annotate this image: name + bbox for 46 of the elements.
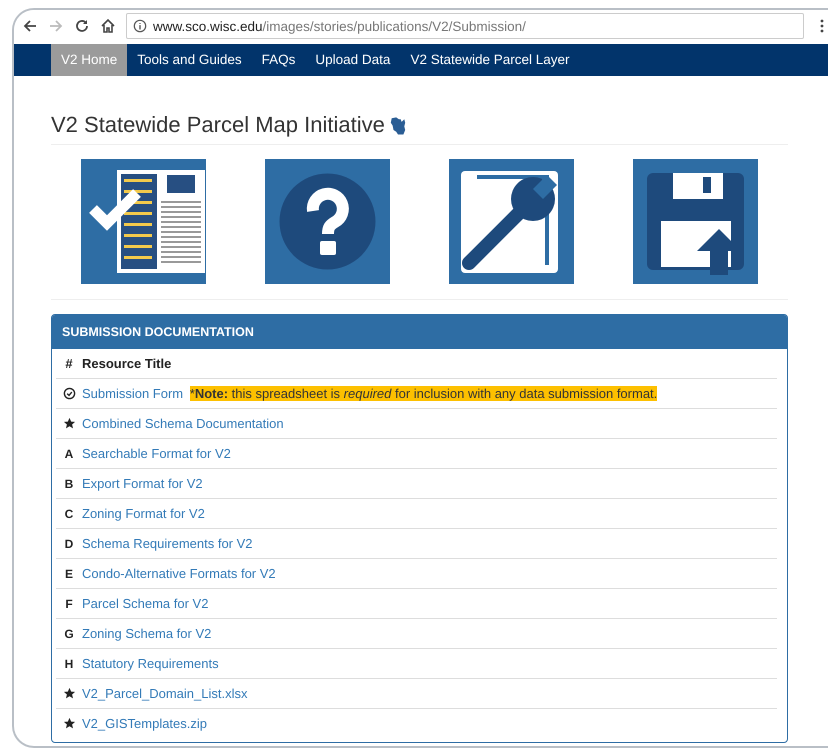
resource-link[interactable]: V2_GISTemplates.zip	[82, 716, 208, 731]
resource-link[interactable]: Submission Form	[82, 386, 184, 401]
resource-link[interactable]: Combined Schema Documentation	[82, 416, 284, 431]
resource-link[interactable]: Export Format for V2	[82, 476, 203, 491]
home-icon[interactable]	[100, 18, 116, 34]
star-icon	[62, 417, 76, 430]
info-icon[interactable]	[133, 19, 147, 33]
star-icon	[62, 717, 76, 730]
row-letter: C	[64, 506, 74, 520]
resource-link[interactable]: Zoning Format for V2	[82, 506, 205, 521]
question-tile[interactable]	[264, 159, 390, 284]
nav-link[interactable]: FAQs	[252, 44, 306, 76]
row-letter: D	[64, 536, 74, 550]
url-text: www.sco.wisc.edu/images/stories/publications/V2/Submission/	[153, 18, 526, 34]
column-header: Resource Title	[82, 356, 172, 371]
row-letter: E	[64, 566, 73, 580]
checklist-tile[interactable]	[80, 159, 206, 284]
row-letter: A	[64, 446, 74, 460]
resource-link[interactable]: Searchable Format for V2	[82, 446, 231, 461]
check-circle-icon	[62, 387, 76, 400]
resource-link[interactable]: V2_Parcel_Domain_List.xlsx	[82, 686, 248, 701]
resource-link[interactable]: Zoning Schema for V2	[82, 626, 212, 641]
resource-link[interactable]: Condo-Alternative Formats for V2	[82, 566, 276, 581]
note-text: *Note: this spreadsheet is required for inclusion with any data submission format.	[190, 386, 658, 401]
nav-link[interactable]: Upload Data	[305, 44, 400, 76]
address-bar[interactable]: www.sco.wisc.edu/images/stories/publications/V2/Submission/	[126, 13, 804, 39]
floppy-upload-tile[interactable]	[633, 159, 758, 284]
reload-icon[interactable]	[74, 18, 90, 34]
nav-link[interactable]: V2 Home	[51, 44, 128, 76]
panel-title: SUBMISSION DOCUMENTATION	[62, 325, 254, 339]
row-letter: H	[64, 656, 74, 670]
resource-link[interactable]: Statutory Requirements	[82, 656, 219, 671]
page-title: V2 Statewide Parcel Map Initiative	[51, 112, 385, 138]
state-map-icon	[388, 114, 407, 136]
resource-link[interactable]: Schema Requirements for V2	[82, 536, 253, 551]
star-icon	[62, 687, 76, 700]
resource-link[interactable]: Parcel Schema for V2	[82, 596, 208, 611]
nav-link[interactable]: V2 Statewide Parcel Layer	[400, 44, 580, 76]
row-letter: G	[64, 626, 74, 640]
row-letter: B	[64, 476, 74, 490]
back-icon[interactable]	[22, 18, 38, 34]
wrench-tile[interactable]	[449, 159, 574, 284]
nav-link[interactable]: Tools and Guides	[127, 44, 252, 76]
menu-icon[interactable]	[820, 18, 824, 34]
row-letter: F	[65, 596, 73, 610]
column-header: #	[64, 356, 74, 371]
